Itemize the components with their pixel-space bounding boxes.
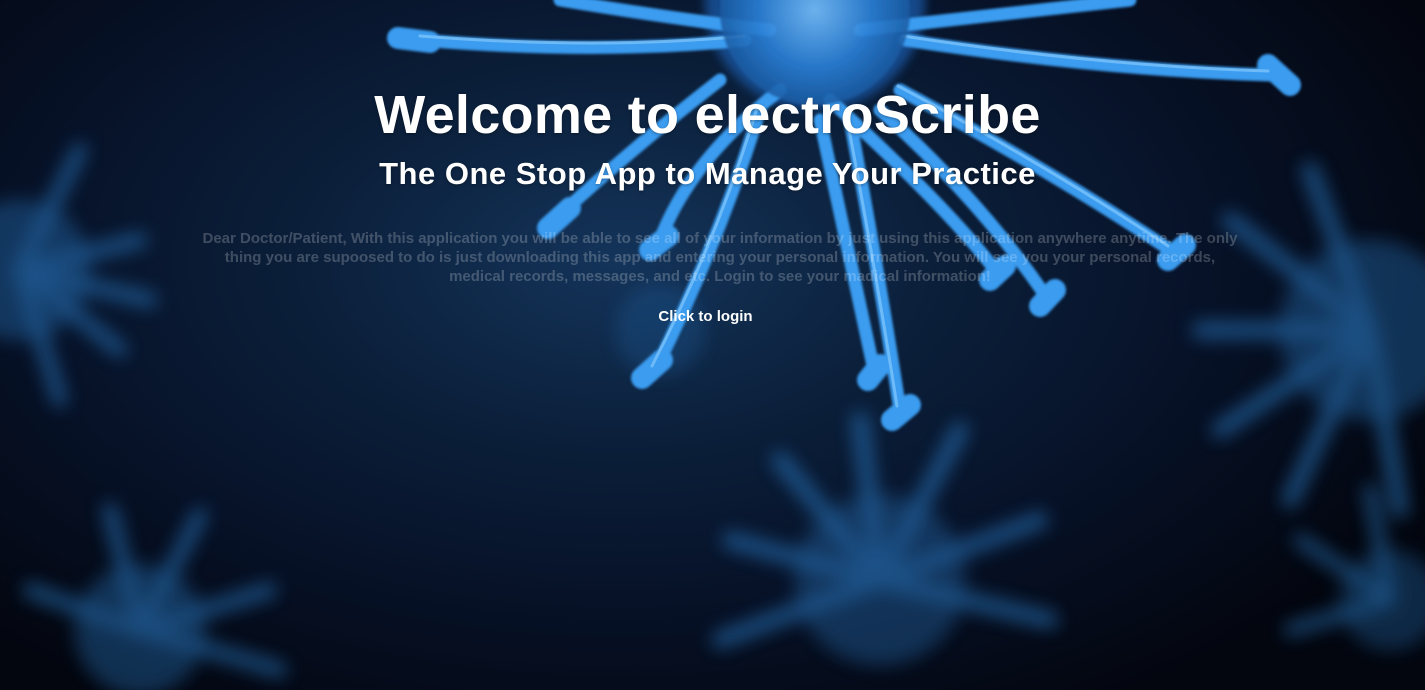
intro-paragraph: Dear Doctor/Patient, With this applicati… bbox=[202, 230, 1238, 285]
hero-section: Welcome to electroScribe The One Stop Ap… bbox=[0, 0, 1425, 690]
page-title: Welcome to electroScribe bbox=[374, 85, 1041, 145]
landing-page: Welcome to electroScribe The One Stop Ap… bbox=[0, 0, 1425, 690]
login-link[interactable]: Click to login bbox=[626, 308, 786, 325]
page-subtitle: The One Stop App to Manage Your Practice bbox=[379, 156, 1036, 191]
